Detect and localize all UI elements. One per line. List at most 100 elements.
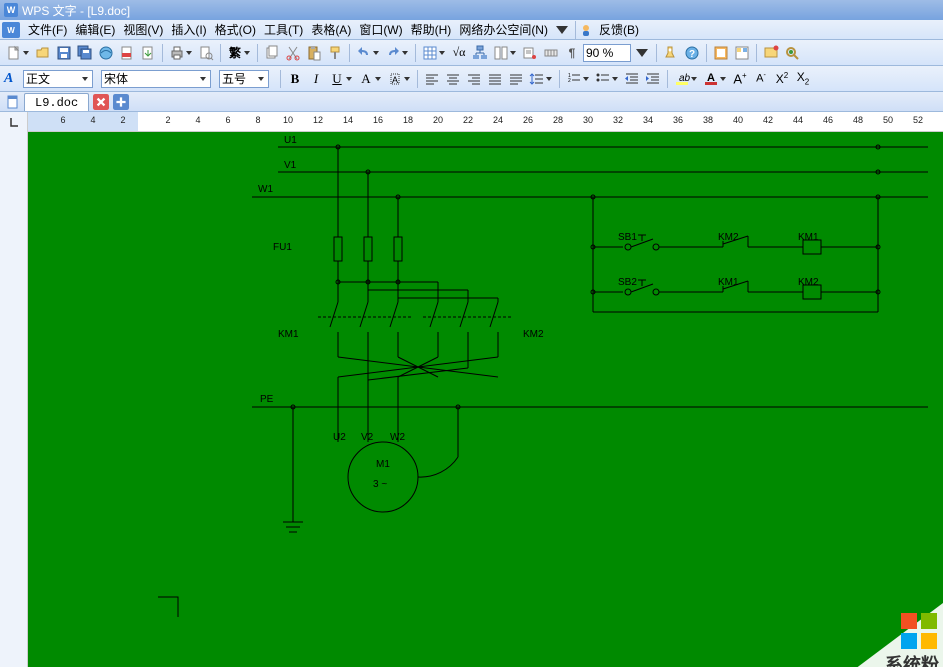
template-button[interactable]: [711, 43, 731, 63]
shrink-font-button[interactable]: A-: [751, 69, 771, 89]
options-button[interactable]: [520, 43, 540, 63]
superscript-button[interactable]: X2: [772, 69, 792, 89]
new-tab-button[interactable]: [113, 94, 129, 110]
insert-table-button[interactable]: [420, 43, 440, 63]
app-icon: W: [4, 3, 18, 17]
svg-text:KM2: KM2: [798, 277, 819, 288]
style-select[interactable]: 正文: [23, 70, 93, 88]
document-tab[interactable]: L9.doc: [24, 93, 89, 111]
document-canvas[interactable]: U1 V1 W1 FU1 KM1: [28, 132, 943, 667]
svg-text:2: 2: [568, 78, 571, 84]
svg-text:U2: U2: [333, 432, 346, 443]
redo-button[interactable]: [383, 43, 403, 63]
menu-feedback[interactable]: 反馈(B): [595, 20, 643, 39]
columns-button[interactable]: [491, 43, 511, 63]
help-button[interactable]: ?: [682, 43, 702, 63]
svg-text:KM2: KM2: [523, 329, 544, 340]
ruler-corner[interactable]: [0, 112, 28, 132]
svg-text:W1: W1: [258, 184, 273, 195]
menu-bar: W 文件(F) 编辑(E) 视图(V) 插入(I) 格式(O) 工具(T) 表格…: [0, 20, 943, 40]
menu-format[interactable]: 格式(O): [211, 20, 260, 39]
highlight-button[interactable]: ab: [672, 69, 692, 89]
struct-button[interactable]: [470, 43, 490, 63]
show-toolbar-button[interactable]: [541, 43, 561, 63]
save-all-button[interactable]: [75, 43, 95, 63]
svg-text:KM1: KM1: [798, 232, 819, 243]
underline-button[interactable]: U: [327, 69, 347, 89]
align-left-button[interactable]: [422, 69, 442, 89]
subscript-button[interactable]: X2: [793, 69, 813, 89]
save-button[interactable]: [54, 43, 74, 63]
menu-view[interactable]: 视图(V): [119, 20, 167, 39]
cut-button[interactable]: [283, 43, 303, 63]
menu-insert[interactable]: 插入(I): [167, 20, 210, 39]
menu-window[interactable]: 窗口(W): [355, 20, 406, 39]
find-button[interactable]: [661, 43, 681, 63]
open-button[interactable]: [33, 43, 53, 63]
indent-button[interactable]: [643, 69, 663, 89]
align-justify-button[interactable]: [485, 69, 505, 89]
menu-tools[interactable]: 工具(T): [260, 20, 307, 39]
svg-text:3 ~: 3 ~: [373, 479, 387, 490]
align-right-button[interactable]: [464, 69, 484, 89]
tab-selector-icon: [7, 116, 21, 128]
traditional-button[interactable]: 繁: [225, 43, 245, 63]
mail-button[interactable]: [96, 43, 116, 63]
copy-button[interactable]: [262, 43, 282, 63]
new-button[interactable]: [4, 43, 24, 63]
svg-text:KM1: KM1: [278, 329, 299, 340]
document-area: U1 V1 W1 FU1 KM1: [0, 132, 943, 667]
char-border-button[interactable]: A: [385, 69, 405, 89]
window-title: WPS 文字 - [L9.doc]: [22, 2, 130, 19]
menu-file[interactable]: 文件(F): [24, 20, 71, 39]
export-button[interactable]: [138, 43, 158, 63]
menu-edit[interactable]: 编辑(E): [71, 20, 119, 39]
vertical-ruler[interactable]: [0, 132, 28, 667]
menu-table[interactable]: 表格(A): [307, 20, 355, 39]
print-button[interactable]: [167, 43, 187, 63]
menu-webspace-dropdown[interactable]: [552, 20, 572, 40]
gallery-button[interactable]: [732, 43, 752, 63]
horizontal-ruler[interactable]: 6422468101214161820222426283032343638404…: [0, 112, 943, 132]
size-select[interactable]: 五号: [219, 70, 269, 88]
menu-help[interactable]: 帮助(H): [407, 20, 456, 39]
separator: [220, 44, 221, 62]
circuit-diagram: U1 V1 W1 FU1 KM1: [28, 132, 943, 667]
outdent-button[interactable]: [622, 69, 642, 89]
search-button[interactable]: [782, 43, 802, 63]
equation-button[interactable]: √α: [449, 43, 469, 63]
bold-button[interactable]: B: [285, 69, 305, 89]
wps-logo-icon[interactable]: W: [2, 22, 20, 38]
close-tab-button[interactable]: [93, 94, 109, 110]
font-grow-button[interactable]: A: [356, 69, 376, 89]
separator: [415, 44, 416, 62]
format-painter-button[interactable]: [325, 43, 345, 63]
undo-button[interactable]: [354, 43, 374, 63]
align-center-button[interactable]: [443, 69, 463, 89]
svg-text:V2: V2: [361, 432, 374, 443]
font-color-button[interactable]: A: [701, 69, 721, 89]
separator: [257, 44, 258, 62]
paragraph-marks-button[interactable]: ¶: [562, 43, 582, 63]
paste-button[interactable]: [304, 43, 324, 63]
screenshot-button[interactable]: [761, 43, 781, 63]
doc-icon: [6, 95, 20, 109]
svg-text:M1: M1: [376, 459, 390, 470]
style-value: 正文: [26, 70, 50, 87]
zoom-input[interactable]: [583, 44, 631, 62]
font-value: 宋体: [104, 70, 128, 87]
print-preview-button[interactable]: [196, 43, 216, 63]
zoom-dropdown[interactable]: [632, 43, 652, 63]
pdf-button[interactable]: [117, 43, 137, 63]
line-spacing-button[interactable]: [527, 69, 547, 89]
italic-button[interactable]: I: [306, 69, 326, 89]
svg-text:SB2: SB2: [618, 277, 637, 288]
font-select[interactable]: 宋体: [101, 70, 211, 88]
bullets-button[interactable]: [593, 69, 613, 89]
align-distribute-button[interactable]: [506, 69, 526, 89]
separator: [559, 70, 560, 88]
menu-webspace[interactable]: 网络办公空间(N): [455, 20, 552, 39]
numbering-button[interactable]: 12: [564, 69, 584, 89]
svg-text:V1: V1: [284, 160, 297, 171]
grow-font-button[interactable]: A+: [730, 69, 750, 89]
